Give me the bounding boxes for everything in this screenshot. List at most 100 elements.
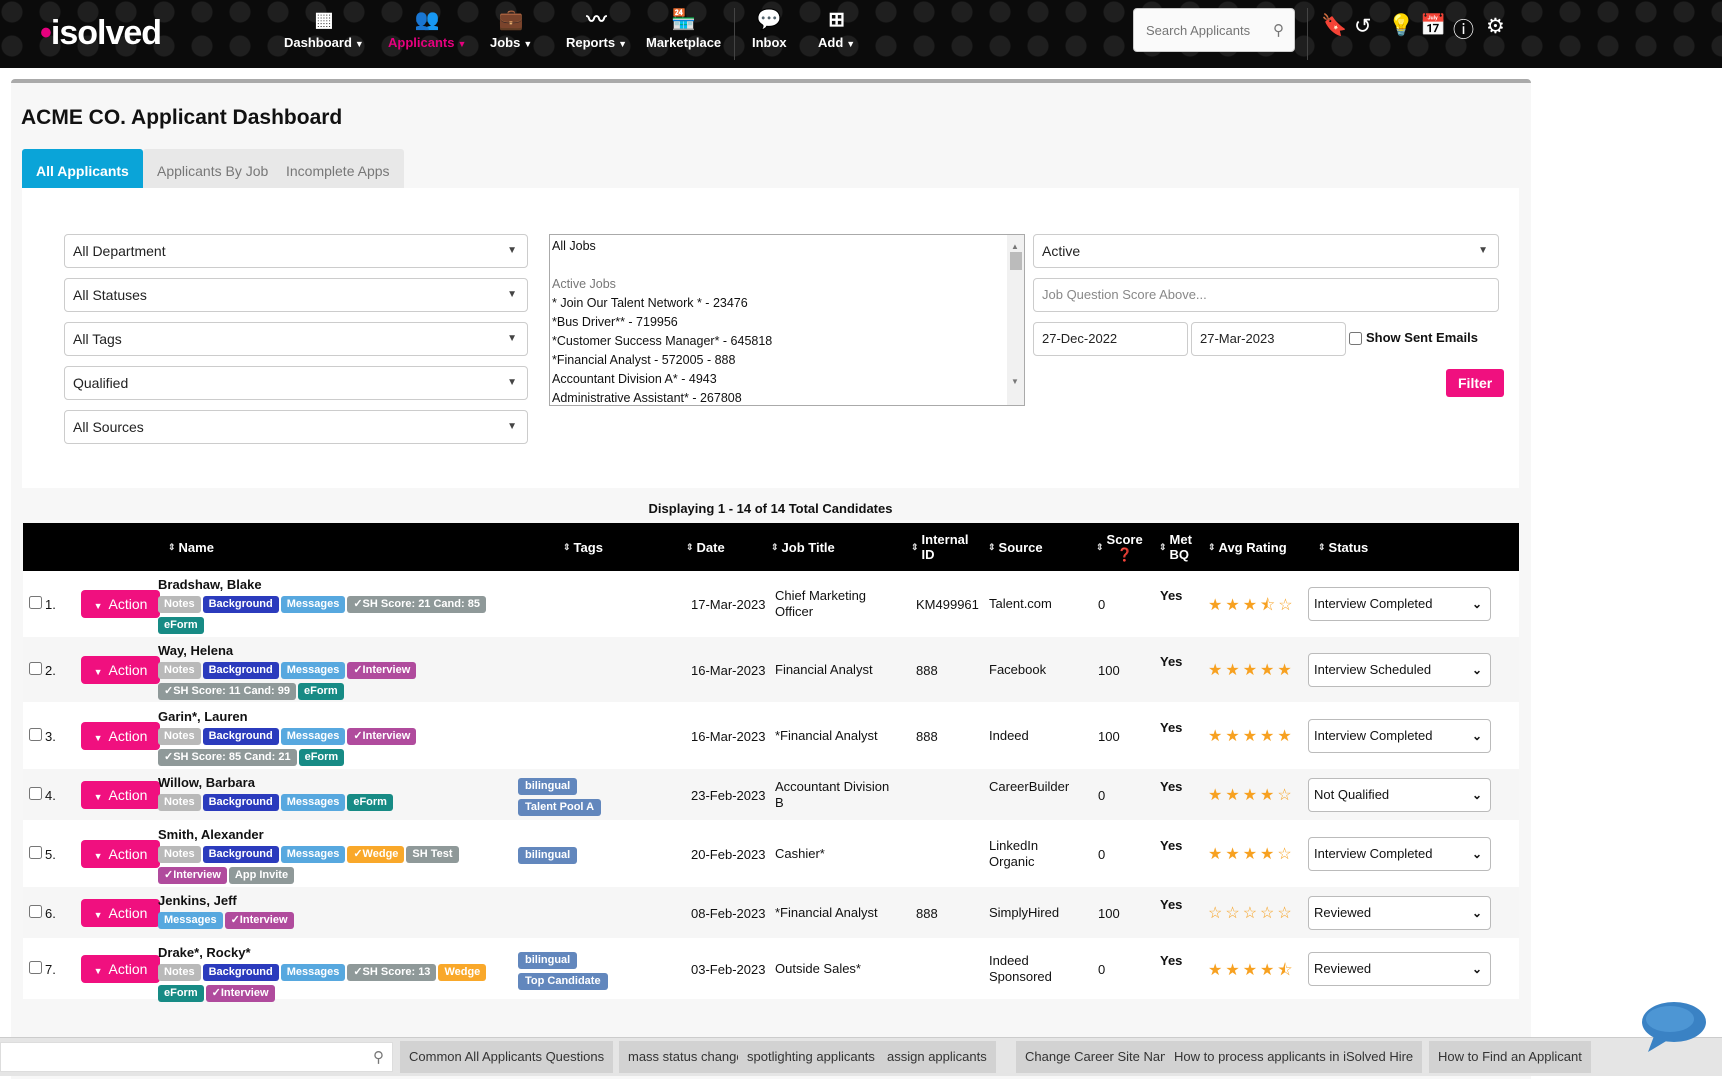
search-icon[interactable]: ⚲ — [373, 1048, 384, 1066]
col-source[interactable]: ⇕ Source — [988, 523, 1043, 571]
help-icon[interactable]: ❓ — [1117, 547, 1133, 562]
tag-badge[interactable]: Talent Pool A — [518, 799, 602, 816]
star-empty-icon[interactable]: ☆ — [1277, 846, 1294, 863]
history-icon[interactable]: ↺ — [1354, 14, 1372, 39]
help-link[interactable]: How to process applicants in iSolved Hir… — [1165, 1041, 1423, 1073]
job-title[interactable]: Cashier* — [775, 846, 900, 862]
status-select[interactable]: Interview Completed ⌄ — [1308, 719, 1491, 753]
star-filled-icon[interactable]: ★ — [1208, 662, 1225, 679]
action-button[interactable]: ▼ Action — [81, 656, 160, 684]
status-select[interactable]: Reviewed ⌄ — [1308, 952, 1491, 986]
gear-icon[interactable]: ⚙ — [1486, 14, 1505, 39]
badge-eform[interactable]: eForm — [347, 794, 393, 811]
star-filled-icon[interactable]: ★ — [1260, 962, 1277, 979]
star-filled-icon[interactable]: ★ — [1225, 962, 1242, 979]
badge-messages[interactable]: Messages — [280, 794, 346, 811]
applicant-name[interactable]: Way, Helena — [158, 643, 233, 658]
tab-all-applicants[interactable]: All Applicants — [22, 149, 143, 189]
star-filled-icon[interactable]: ★ — [1225, 846, 1242, 863]
badge-shscorecand[interactable]: ✓SH Score: 11 Cand: 99 — [158, 683, 296, 700]
star-filled-icon[interactable]: ★ — [1208, 846, 1225, 863]
badge-shscorecand[interactable]: ✓SH Score: 21 Cand: 85 — [347, 596, 486, 613]
col-score[interactable]: ⇕ Score ❓ — [1096, 523, 1143, 571]
badge-notes[interactable]: Notes — [158, 964, 201, 981]
status-select[interactable]: Interview Completed ⌄ — [1308, 837, 1491, 871]
nav-item-reports[interactable]: 〰 Reports ▼ — [566, 8, 627, 50]
avg-rating-stars[interactable]: ★★★★☆ — [1208, 844, 1295, 864]
help-search-input[interactable]: ⚲ — [0, 1042, 393, 1072]
calendar-icon[interactable]: 📅 — [1420, 14, 1446, 38]
search-applicants[interactable]: ⚲ — [1133, 8, 1295, 52]
job-title[interactable]: Outside Sales* — [775, 961, 900, 977]
isolved-logo[interactable]: •isolved — [40, 14, 162, 53]
nav-item-add[interactable]: ⊞ Add ▼ — [818, 8, 855, 50]
badge-appinvite[interactable]: App Invite — [228, 867, 295, 884]
badge-messages[interactable]: Messages — [280, 728, 346, 745]
nav-item-dashboard[interactable]: ▦ Dashboard ▼ — [284, 8, 364, 50]
row-select-checkbox[interactable] — [29, 905, 42, 918]
action-button[interactable]: ▼ Action — [81, 899, 160, 927]
star-filled-icon[interactable]: ★ — [1277, 728, 1294, 745]
star-empty-icon[interactable]: ☆ — [1260, 905, 1277, 922]
badge-interview[interactable]: ✓Interview — [347, 662, 417, 679]
badge-interview[interactable]: ✓Interview — [347, 728, 417, 745]
star-empty-icon[interactable]: ☆ — [1278, 597, 1295, 614]
date-from-input[interactable]: 27-Dec-2022 — [1033, 322, 1188, 356]
star-empty-icon[interactable]: ☆ — [1243, 905, 1260, 922]
job-option-all[interactable]: All Jobs — [552, 237, 1022, 256]
star-filled-icon[interactable]: ★ — [1208, 728, 1225, 745]
badge-background[interactable]: Background — [202, 596, 279, 613]
job-option[interactable]: * Join Our Talent Network * - 23476 — [552, 294, 1022, 313]
col-name[interactable]: ⇕ Name — [168, 523, 214, 571]
row-select-checkbox[interactable] — [29, 846, 42, 859]
col-status[interactable]: ⇕ Status — [1318, 523, 1368, 571]
status-select[interactable]: Not Qualified ⌄ — [1308, 778, 1491, 812]
tag-badge[interactable]: bilingual — [518, 778, 578, 795]
badge-background[interactable]: Background — [202, 846, 279, 863]
applicant-name[interactable]: Bradshaw, Blake — [158, 577, 262, 592]
col-date[interactable]: ⇕ Date — [686, 523, 725, 571]
jobs-scrollbar[interactable]: ▲ ▼ — [1007, 235, 1024, 405]
badge-wedge[interactable]: ✓Wedge — [347, 846, 405, 863]
job-title[interactable]: *Financial Analyst — [775, 728, 900, 744]
scroll-down-icon[interactable]: ▼ — [1011, 372, 1019, 391]
star-filled-icon[interactable]: ★ — [1243, 728, 1260, 745]
job-title[interactable]: Chief Marketing Officer — [775, 588, 900, 620]
badge-background[interactable]: Background — [202, 964, 279, 981]
tab-incomplete-apps[interactable]: Incomplete Apps — [272, 149, 404, 189]
filter-button[interactable]: Filter — [1446, 369, 1505, 397]
badge-messages[interactable]: Messages — [280, 662, 346, 679]
action-button[interactable]: ▼ Action — [81, 955, 160, 983]
department-select[interactable]: All Department ▼ — [64, 234, 528, 268]
chat-icon[interactable] — [1640, 998, 1708, 1054]
date-to-input[interactable]: 27-Mar-2023 — [1191, 322, 1346, 356]
star-filled-icon[interactable]: ★ — [1225, 597, 1242, 614]
badge-messages[interactable]: Messages — [280, 846, 346, 863]
tab-applicants-by-job[interactable]: Applicants By Job — [143, 149, 283, 189]
applicant-name[interactable]: Garin*, Lauren — [158, 709, 248, 724]
avg-rating-stars[interactable]: ★★★★★ — [1208, 726, 1295, 746]
badge-notes[interactable]: Notes — [158, 728, 201, 745]
lightbulb-icon[interactable]: 💡 — [1388, 14, 1414, 38]
action-button[interactable]: ▼ Action — [81, 722, 160, 750]
col-tags[interactable]: ⇕ Tags — [563, 523, 603, 571]
applicant-name[interactable]: Smith, Alexander — [158, 827, 264, 842]
bookmark-icon[interactable]: 🔖 — [1321, 14, 1347, 38]
star-empty-icon[interactable]: ☆ — [1208, 905, 1225, 922]
scroll-thumb[interactable] — [1010, 252, 1022, 270]
star-filled-icon[interactable]: ★ — [1277, 662, 1294, 679]
job-option[interactable]: *Bus Driver** - 719956 — [552, 313, 1022, 332]
nav-item-applicants[interactable]: 👥 Applicants ▼ — [388, 8, 466, 50]
star-filled-icon[interactable]: ★ — [1243, 662, 1260, 679]
job-title[interactable]: *Financial Analyst — [775, 905, 900, 921]
star-filled-icon[interactable]: ★ — [1208, 597, 1225, 614]
star-filled-icon[interactable]: ★ — [1243, 846, 1260, 863]
star-empty-icon[interactable]: ☆ — [1225, 905, 1242, 922]
badge-notes[interactable]: Notes — [158, 794, 201, 811]
star-filled-icon[interactable]: ★ — [1243, 597, 1260, 614]
search-icon[interactable]: ⚲ — [1273, 21, 1284, 39]
badge-eform[interactable]: eForm — [298, 749, 345, 766]
job-question-score-input[interactable]: Job Question Score Above... — [1033, 278, 1499, 312]
star-filled-icon[interactable]: ★ — [1260, 846, 1277, 863]
row-select-checkbox[interactable] — [29, 961, 42, 974]
